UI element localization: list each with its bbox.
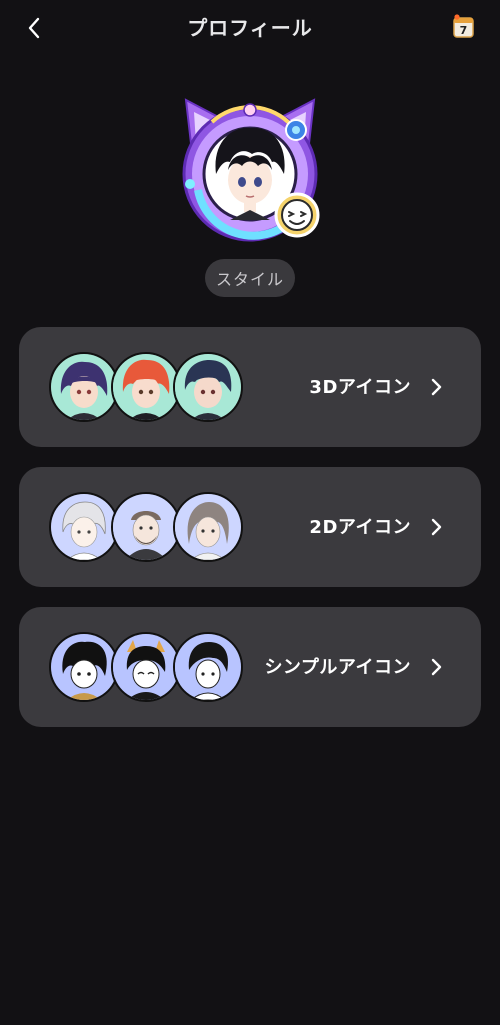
option-2d-icon[interactable]: 2Dアイコン [19,467,481,587]
option-simple-icon[interactable]: シンプルアイコン [19,607,481,727]
calendar-icon: 7 [453,14,474,38]
option-label: 2Dアイコン [309,517,411,538]
calendar-day: 7 [460,24,468,37]
style-button[interactable]: スタイル [205,259,295,297]
avatar-preview-group [49,352,245,424]
avatar-simple-2 [111,632,181,702]
chevron-right-icon [431,378,442,396]
avatar-3d-2 [111,352,181,422]
option-3d-icon[interactable]: 3Dアイコン [19,327,481,447]
header-bar: プロフィール 7 [0,0,500,56]
chevron-right-icon [431,518,442,536]
avatar-preview-group [49,492,245,564]
avatar-3d-3 [173,352,243,422]
avatar-preview-group [49,632,245,704]
avatar-3d-1 [49,352,119,422]
avatar-2d-1 [49,492,119,562]
avatar-2d-3 [173,492,243,562]
profile-avatar[interactable] [172,92,328,248]
avatar-simple-1 [49,632,119,702]
avatar-simple-3 [173,632,243,702]
option-label: シンプルアイコン [264,657,411,678]
calendar-button[interactable]: 7 [452,14,476,40]
chevron-right-icon [431,658,442,676]
avatar-2d-2 [111,492,181,562]
option-label: 3Dアイコン [309,377,411,398]
smile-face-icon [274,192,320,238]
page-title: プロフィール [187,16,313,40]
